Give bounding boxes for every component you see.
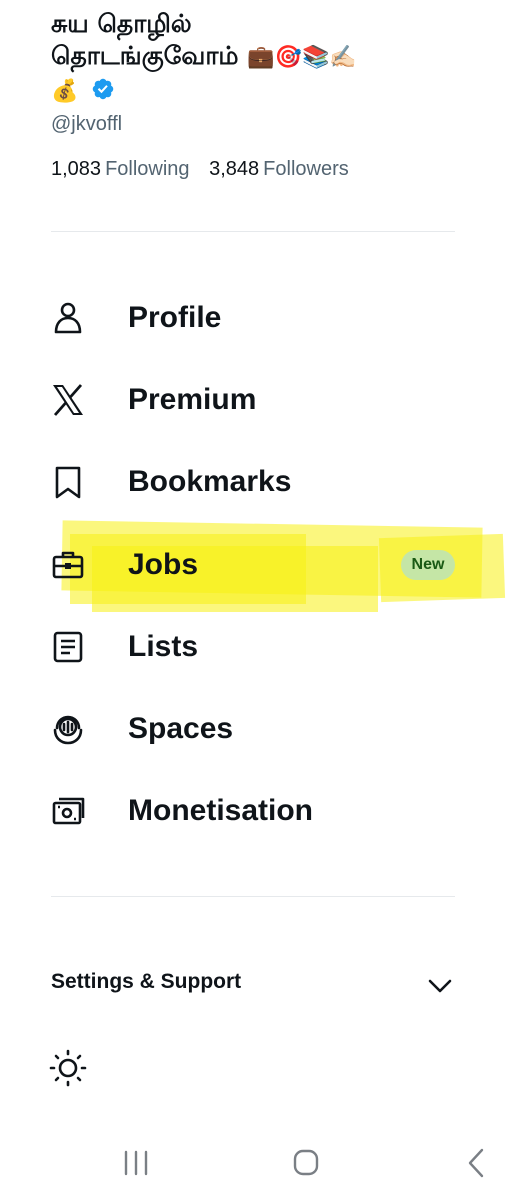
new-badge: New	[401, 550, 455, 580]
person-icon	[54, 302, 82, 334]
followers-link[interactable]: 3,848 Followers	[209, 158, 349, 181]
menu-label-monetisation: Monetisation	[128, 794, 313, 827]
money-icon	[52, 797, 85, 825]
display-name-line2: தொடங்குவோம்	[51, 41, 239, 70]
display-name-line1: சுய தொழில்	[51, 9, 192, 38]
x-logo-icon	[53, 384, 83, 416]
profile-header: சுய தொழில் தொடங்குவோம் 💼🎯📚✍🏻 💰 @jkvoffl	[51, 8, 471, 136]
menu-item-spaces[interactable]: Spaces	[0, 694, 508, 764]
menu-label-premium: Premium	[128, 383, 257, 416]
money-bag-emoji: 💰	[51, 79, 79, 104]
list-icon	[53, 631, 83, 663]
verified-badge-icon	[92, 78, 114, 100]
menu-item-monetisation[interactable]: Monetisation	[0, 776, 508, 846]
menu-label-jobs: Jobs	[128, 548, 199, 581]
chevron-down-icon	[428, 979, 452, 993]
system-navigation-bar	[0, 1130, 508, 1200]
menu-item-lists[interactable]: Lists	[0, 612, 508, 682]
follow-stats: 1,083 Following 3,848 Followers	[51, 158, 363, 181]
menu-label-profile: Profile	[128, 301, 222, 334]
display-name-emojis: 💼🎯📚✍🏻	[247, 45, 357, 70]
divider-top	[51, 231, 455, 232]
menu-item-profile[interactable]: Profile	[0, 283, 508, 353]
followers-count: 3,848	[209, 158, 260, 180]
user-handle[interactable]: @jkvoffl	[51, 112, 471, 136]
recents-icon[interactable]	[116, 1146, 156, 1180]
briefcase-icon	[52, 551, 84, 579]
settings-support-toggle[interactable]: Settings & Support	[0, 960, 508, 1008]
menu-label-bookmarks: Bookmarks	[128, 465, 292, 498]
following-label: Following	[105, 158, 190, 180]
following-link[interactable]: 1,083 Following	[51, 158, 190, 181]
back-icon[interactable]	[456, 1146, 496, 1180]
menu-label-spaces: Spaces	[128, 712, 234, 745]
following-count: 1,083	[51, 158, 102, 180]
divider-bottom	[51, 896, 455, 897]
spaces-icon	[53, 715, 83, 745]
sun-icon[interactable]	[48, 1048, 88, 1088]
settings-support-label: Settings & Support	[51, 970, 242, 993]
menu-item-premium[interactable]: Premium	[0, 365, 508, 435]
followers-label: Followers	[263, 158, 349, 180]
bookmark-icon	[55, 466, 81, 499]
menu-item-bookmarks[interactable]: Bookmarks	[0, 447, 508, 517]
menu-label-lists: Lists	[128, 630, 199, 663]
menu-item-jobs[interactable]: Jobs New	[0, 530, 508, 600]
home-icon[interactable]	[286, 1146, 326, 1180]
display-name[interactable]: சுய தொழில் தொடங்குவோம் 💼🎯📚✍🏻 💰	[51, 8, 471, 108]
